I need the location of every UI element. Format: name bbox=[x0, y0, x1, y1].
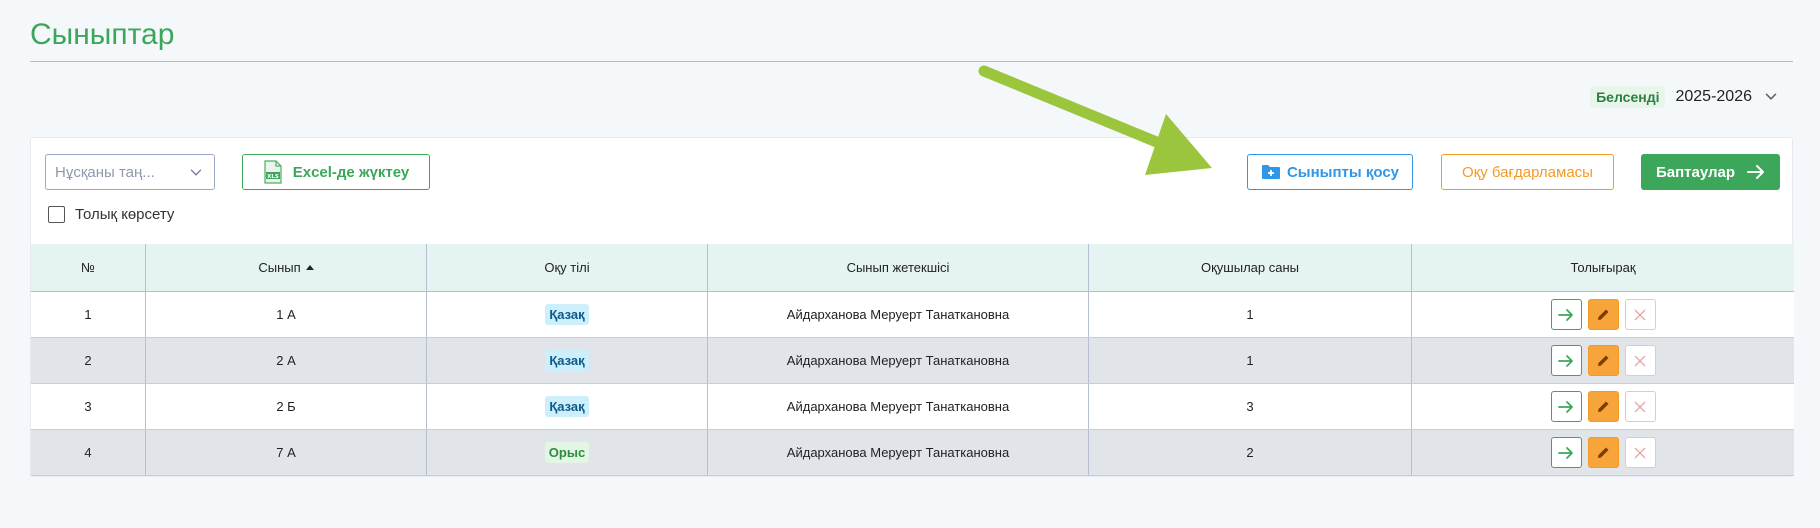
row-teacher: Айдарханова Меруерт Танаткановна bbox=[708, 292, 1089, 337]
row-language-cell: Қазақ bbox=[427, 292, 708, 337]
row-teacher: Айдарханова Меруерт Танаткановна bbox=[708, 430, 1089, 475]
folder-plus-icon bbox=[1261, 165, 1280, 179]
column-header-number: № bbox=[31, 244, 146, 291]
row-number: 3 bbox=[31, 384, 146, 429]
row-teacher: Айдарханова Меруерт Танаткановна bbox=[708, 384, 1089, 429]
table-header: № Сынып Оқу тілі Сынып жетекшісі Оқушыла… bbox=[31, 244, 1794, 292]
row-class: 2 Б bbox=[146, 384, 427, 429]
delete-class-button[interactable] bbox=[1624, 437, 1656, 468]
curriculum-button[interactable]: Оқу бағдарламасы bbox=[1441, 154, 1614, 190]
excel-export-button[interactable]: XLS Excel-де жүктеу bbox=[242, 154, 430, 190]
table-row: 4 7 А Орыс Айдарханова Меруерт Танаткано… bbox=[31, 430, 1794, 476]
chevron-down-icon[interactable] bbox=[1762, 88, 1780, 106]
excel-export-label: Excel-де жүктеу bbox=[292, 163, 410, 181]
table-row: 3 2 Б Қазақ Айдарханова Меруерт Танаткан… bbox=[31, 384, 1794, 430]
close-icon bbox=[1634, 447, 1646, 458]
arrow-right-icon bbox=[1558, 354, 1573, 367]
classes-card: Нұсқаны таң... XLS Excel-де жүктеу Сынып… bbox=[30, 137, 1794, 477]
option-select-placeholder: Нұсқаны таң... bbox=[55, 163, 155, 181]
chevron-down-icon bbox=[190, 169, 202, 176]
close-icon bbox=[1634, 309, 1646, 320]
delete-class-button[interactable] bbox=[1624, 345, 1656, 376]
row-student-count: 2 bbox=[1089, 430, 1412, 475]
academic-year-selector[interactable]: Белсенді 2025-2026 bbox=[1590, 84, 1780, 110]
pencil-icon bbox=[1598, 401, 1609, 412]
row-class: 7 А bbox=[146, 430, 427, 475]
settings-button[interactable]: Баптаулар bbox=[1641, 154, 1780, 190]
open-class-button[interactable] bbox=[1550, 345, 1582, 376]
delete-class-button[interactable] bbox=[1624, 299, 1656, 330]
column-header-details: Толығырақ bbox=[1570, 260, 1636, 275]
edit-class-button[interactable] bbox=[1587, 345, 1619, 376]
sort-ascending-icon bbox=[305, 265, 314, 270]
full-view-label: Толық көрсету bbox=[75, 206, 175, 223]
xls-file-icon: XLS bbox=[264, 160, 282, 184]
column-header-class-label: Сынып bbox=[258, 260, 301, 275]
add-class-label: Сыныпты қосу bbox=[1286, 163, 1400, 181]
full-view-checkbox[interactable] bbox=[48, 206, 65, 223]
arrow-right-icon bbox=[1558, 446, 1573, 459]
language-badge: Қазақ bbox=[545, 396, 589, 417]
row-number: 1 bbox=[31, 292, 146, 337]
row-student-count: 1 bbox=[1089, 292, 1412, 337]
academic-year-value: 2025-2026 bbox=[1675, 88, 1752, 105]
row-number: 4 bbox=[31, 430, 146, 475]
add-class-button[interactable]: Сыныпты қосу bbox=[1247, 154, 1413, 190]
option-select[interactable]: Нұсқаны таң... bbox=[45, 154, 215, 190]
close-icon bbox=[1634, 355, 1646, 366]
row-language-cell: Қазақ bbox=[427, 338, 708, 383]
pencil-icon bbox=[1598, 447, 1609, 458]
language-badge: Қазақ bbox=[545, 350, 589, 371]
settings-label: Баптаулар bbox=[1655, 163, 1736, 181]
pencil-icon bbox=[1598, 309, 1609, 320]
arrow-right-icon bbox=[1747, 165, 1765, 179]
edit-class-button[interactable] bbox=[1587, 299, 1619, 330]
arrow-right-icon bbox=[1558, 308, 1573, 321]
row-student-count: 3 bbox=[1089, 384, 1412, 429]
edit-class-button[interactable] bbox=[1587, 391, 1619, 422]
row-student-count: 1 bbox=[1089, 338, 1412, 383]
pencil-icon bbox=[1598, 355, 1609, 366]
row-actions bbox=[1412, 292, 1794, 337]
row-actions bbox=[1412, 430, 1794, 475]
row-number: 2 bbox=[31, 338, 146, 383]
row-class: 2 А bbox=[146, 338, 427, 383]
classes-table: № Сынып Оқу тілі Сынып жетекшісі Оқушыла… bbox=[31, 244, 1794, 476]
title-divider bbox=[30, 61, 1793, 62]
open-class-button[interactable] bbox=[1550, 299, 1582, 330]
delete-class-button[interactable] bbox=[1624, 391, 1656, 422]
row-class: 1 А bbox=[146, 292, 427, 337]
row-actions bbox=[1412, 384, 1794, 429]
open-class-button[interactable] bbox=[1550, 437, 1582, 468]
status-badge: Белсенді bbox=[1590, 86, 1666, 108]
close-icon bbox=[1634, 401, 1646, 412]
table-row: 2 2 А Қазақ Айдарханова Меруерт Танаткан… bbox=[31, 338, 1794, 384]
row-language-cell: Қазақ bbox=[427, 384, 708, 429]
column-header-teacher: Сынып жетекшісі bbox=[708, 244, 1089, 291]
column-header-class[interactable]: Сынып bbox=[146, 244, 427, 291]
column-header-students: Оқушылар саны bbox=[1089, 244, 1412, 291]
svg-text:XLS: XLS bbox=[267, 174, 279, 180]
edit-class-button[interactable] bbox=[1587, 437, 1619, 468]
page: Сыныптар Белсенді 2025-2026 Нұсқаны таң.… bbox=[0, 0, 1820, 528]
table-row: 1 1 А Қазақ Айдарханова Меруерт Танаткан… bbox=[31, 292, 1794, 338]
page-title: Сыныптар bbox=[30, 18, 175, 51]
full-view-toggle[interactable]: Толық көрсету bbox=[48, 206, 174, 223]
curriculum-label: Оқу бағдарламасы bbox=[1462, 163, 1593, 181]
column-header-language: Оқу тілі bbox=[427, 244, 708, 291]
row-teacher: Айдарханова Меруерт Танаткановна bbox=[708, 338, 1089, 383]
open-class-button[interactable] bbox=[1550, 391, 1582, 422]
row-language-cell: Орыс bbox=[427, 430, 708, 475]
row-actions bbox=[1412, 338, 1794, 383]
arrow-right-icon bbox=[1558, 400, 1573, 413]
language-badge: Қазақ bbox=[545, 304, 589, 325]
language-badge: Орыс bbox=[544, 442, 590, 463]
